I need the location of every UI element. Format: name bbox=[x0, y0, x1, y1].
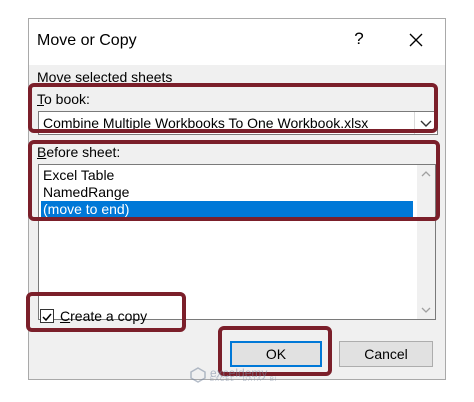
dialog-title: Move or Copy bbox=[37, 32, 137, 49]
to-book-highlight-box bbox=[28, 83, 438, 133]
watermark-tagline: EXCEL · DATA · BI bbox=[210, 377, 278, 383]
help-button[interactable]: ? bbox=[349, 29, 369, 49]
exceldemy-logo-icon bbox=[190, 367, 206, 383]
before-sheet-highlight-box bbox=[28, 140, 440, 221]
scroll-down-button[interactable] bbox=[417, 301, 435, 319]
watermark: exceldemy EXCEL · DATA · BI bbox=[190, 365, 286, 387]
cancel-button[interactable]: Cancel bbox=[339, 341, 433, 367]
create-copy-highlight-box bbox=[26, 292, 186, 332]
close-button[interactable] bbox=[401, 25, 431, 55]
close-icon bbox=[409, 33, 423, 47]
chevron-down-icon bbox=[421, 307, 431, 313]
title-bar: Move or Copy ? bbox=[29, 19, 445, 65]
